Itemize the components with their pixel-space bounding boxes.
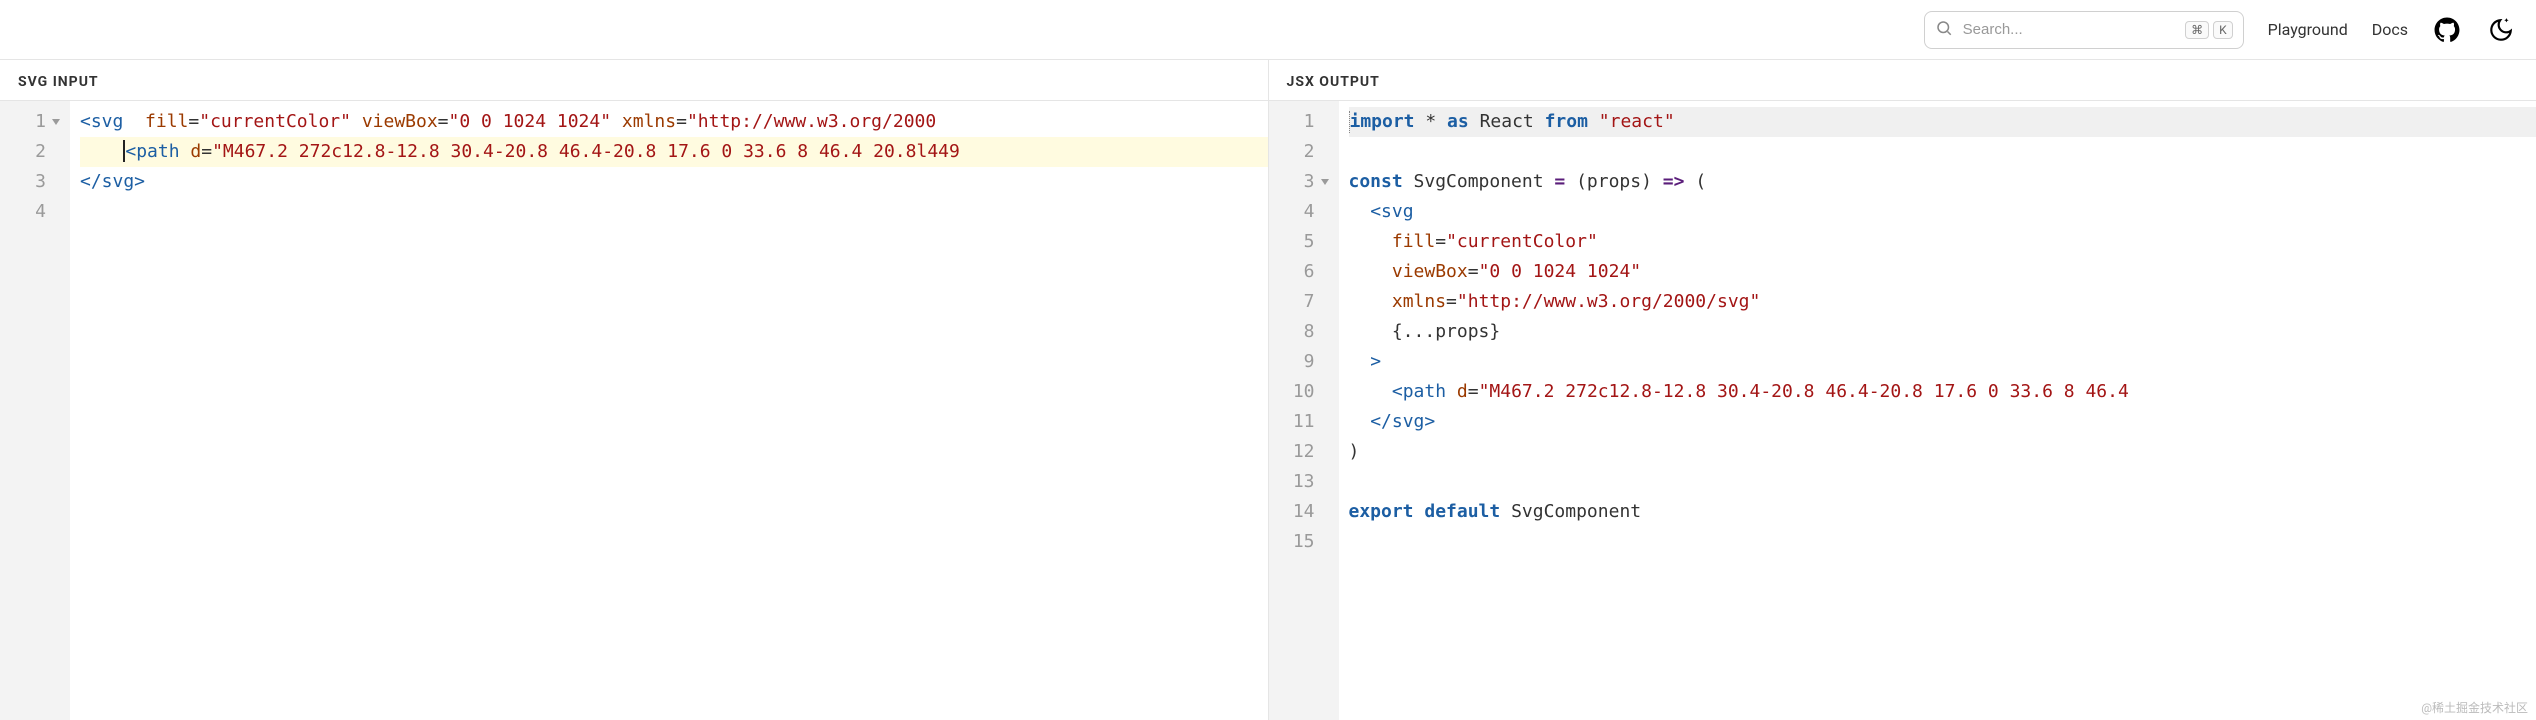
code-line[interactable] bbox=[1349, 137, 2536, 167]
code-line[interactable]: xmlns="http://www.w3.org/2000/svg" bbox=[1349, 287, 2536, 317]
nav-playground[interactable]: Playground bbox=[2268, 20, 2348, 39]
input-gutter: 1234 bbox=[0, 101, 70, 720]
input-code[interactable]: <svg fill="currentColor" viewBox="0 0 10… bbox=[70, 101, 1268, 720]
line-number: 14 bbox=[1287, 497, 1329, 527]
code-line[interactable]: <path d="M467.2 272c12.8-12.8 30.4-20.8 … bbox=[1349, 377, 2536, 407]
kbd-k: K bbox=[2213, 21, 2233, 39]
line-number: 3 bbox=[1287, 167, 1329, 197]
code-line[interactable]: const SvgComponent = (props) => ( bbox=[1349, 167, 2536, 197]
line-number: 8 bbox=[1287, 317, 1329, 347]
code-line[interactable]: </svg> bbox=[1349, 407, 2536, 437]
svg-input-editor[interactable]: 1234 <svg fill="currentColor" viewBox="0… bbox=[0, 101, 1268, 720]
line-number: 1 bbox=[1287, 107, 1329, 137]
output-code[interactable]: import * as React from "react" const SvgC… bbox=[1339, 101, 2536, 720]
code-line[interactable]: fill="currentColor" bbox=[1349, 227, 2536, 257]
theme-toggle-icon[interactable] bbox=[2486, 15, 2516, 45]
line-number: 4 bbox=[18, 197, 60, 227]
code-line[interactable]: > bbox=[1349, 347, 2536, 377]
code-line[interactable] bbox=[1349, 467, 2536, 497]
search-icon bbox=[1935, 19, 1953, 41]
search-box[interactable]: ⌘ K bbox=[1924, 11, 2244, 49]
line-number: 15 bbox=[1287, 527, 1329, 557]
header: ⌘ K Playground Docs bbox=[0, 0, 2536, 60]
watermark: @稀土掘金技术社区 bbox=[2421, 699, 2528, 716]
output-gutter: 123456789101112131415 bbox=[1269, 101, 1339, 720]
github-icon[interactable] bbox=[2432, 15, 2462, 45]
line-number: 9 bbox=[1287, 347, 1329, 377]
line-number: 11 bbox=[1287, 407, 1329, 437]
svg-input-title: SVG INPUT bbox=[0, 60, 1268, 101]
code-line[interactable]: {...props} bbox=[1349, 317, 2536, 347]
search-input[interactable] bbox=[1963, 21, 2175, 38]
line-number: 5 bbox=[1287, 227, 1329, 257]
code-line[interactable]: </svg> bbox=[80, 167, 1268, 197]
code-line[interactable]: <path d="M467.2 272c12.8-12.8 30.4-20.8 … bbox=[80, 137, 1268, 167]
svg-input-panel: SVG INPUT 1234 <svg fill="currentColor" … bbox=[0, 60, 1269, 720]
panels: SVG INPUT 1234 <svg fill="currentColor" … bbox=[0, 60, 2536, 720]
jsx-output-panel: JSX OUTPUT 123456789101112131415 import … bbox=[1269, 60, 2536, 720]
code-line[interactable]: <svg fill="currentColor" viewBox="0 0 10… bbox=[80, 107, 1268, 137]
jsx-output-editor[interactable]: 123456789101112131415 import * as React … bbox=[1269, 101, 2536, 720]
line-number: 13 bbox=[1287, 467, 1329, 497]
line-number: 7 bbox=[1287, 287, 1329, 317]
line-number: 3 bbox=[18, 167, 60, 197]
code-line[interactable] bbox=[1349, 527, 2536, 557]
line-number: 6 bbox=[1287, 257, 1329, 287]
line-number: 4 bbox=[1287, 197, 1329, 227]
code-line[interactable]: viewBox="0 0 1024 1024" bbox=[1349, 257, 2536, 287]
code-line[interactable] bbox=[80, 197, 1268, 227]
search-shortcut: ⌘ K bbox=[2185, 21, 2233, 39]
jsx-output-title: JSX OUTPUT bbox=[1269, 60, 2536, 101]
code-line[interactable]: export default SvgComponent bbox=[1349, 497, 2536, 527]
code-line[interactable]: import * as React from "react" bbox=[1349, 107, 2536, 137]
kbd-cmd: ⌘ bbox=[2185, 21, 2209, 39]
code-line[interactable]: <svg bbox=[1349, 197, 2536, 227]
line-number: 2 bbox=[18, 137, 60, 167]
line-number: 2 bbox=[1287, 137, 1329, 167]
nav-docs[interactable]: Docs bbox=[2372, 20, 2408, 39]
line-number: 12 bbox=[1287, 437, 1329, 467]
line-number: 1 bbox=[18, 107, 60, 137]
line-number: 10 bbox=[1287, 377, 1329, 407]
code-line[interactable]: ) bbox=[1349, 437, 2536, 467]
